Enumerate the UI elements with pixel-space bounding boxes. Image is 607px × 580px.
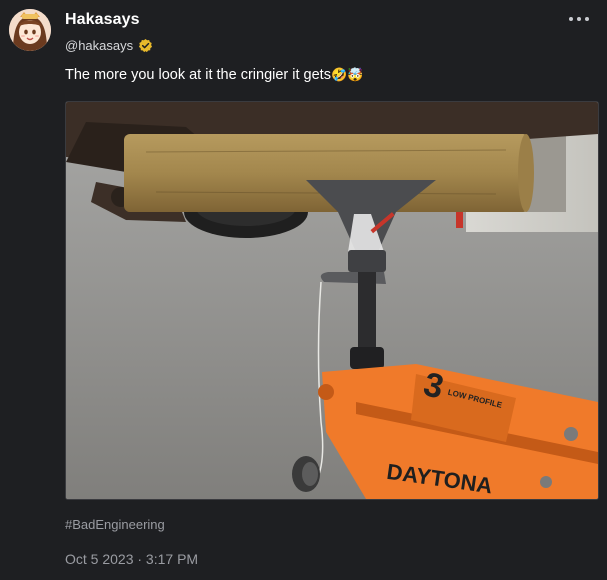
more-dot-icon xyxy=(585,17,589,21)
jack-stand-photo: 3 LOW PROFILE DAYTONA xyxy=(66,102,598,499)
author-handle[interactable]: @hakasays xyxy=(65,38,133,53)
avatar[interactable] xyxy=(9,9,51,51)
post-text-body: The more you look at it the cringier it … xyxy=(65,67,331,83)
author-handle-row: @hakasays xyxy=(65,37,153,53)
author-display-name[interactable]: Hakasays xyxy=(65,11,140,29)
post-timestamp[interactable]: Oct 5 2023 · 3:17 PM xyxy=(65,551,198,567)
more-options-button[interactable] xyxy=(569,13,589,25)
post-media-image[interactable]: 3 LOW PROFILE DAYTONA xyxy=(65,101,599,500)
hashtag-link[interactable]: #BadEngineering xyxy=(65,517,165,532)
anime-avatar-icon xyxy=(9,9,51,51)
verified-badge-icon xyxy=(138,38,153,53)
post-card: Hakasays @hakasays The more you look at … xyxy=(0,0,607,580)
post-text: The more you look at it the cringier it … xyxy=(65,67,363,83)
post-emojis: 🤣🤯 xyxy=(330,68,364,83)
more-dot-icon xyxy=(569,17,573,21)
more-dot-icon xyxy=(577,17,581,21)
